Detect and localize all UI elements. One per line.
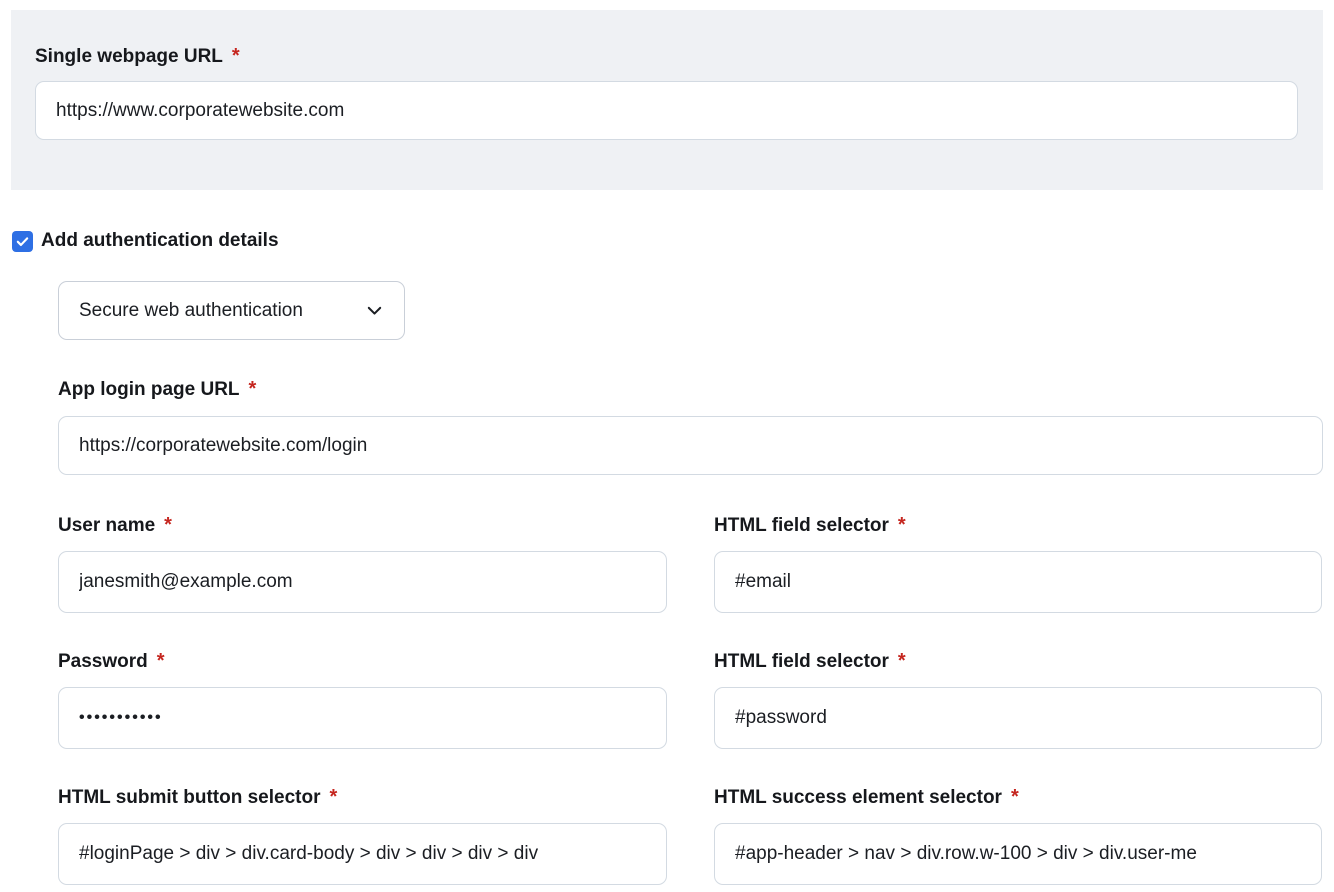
single-webpage-url-label-text: Single webpage URL	[35, 46, 223, 67]
username-cell: User name *	[58, 514, 667, 613]
required-asterisk: *	[249, 378, 257, 400]
required-asterisk: *	[1011, 786, 1019, 808]
app-login-url-block: App login page URL *	[58, 378, 1323, 475]
submit-button-selector-input[interactable]	[58, 823, 667, 885]
password-field-selector-label: HTML field selector *	[714, 650, 1322, 673]
username-label-text: User name	[58, 515, 155, 536]
password-field-selector-label-text: HTML field selector	[714, 651, 889, 672]
submit-button-selector-label-text: HTML submit button selector	[58, 787, 320, 808]
username-field-selector-input[interactable]	[714, 551, 1322, 613]
password-cell: Password *	[58, 650, 667, 749]
add-auth-details-checkbox[interactable]	[12, 231, 33, 252]
password-label-text: Password	[58, 651, 148, 672]
add-auth-details-row: Add authentication details	[12, 230, 1334, 252]
username-field-selector-label-text: HTML field selector	[714, 515, 889, 536]
auth-method-select[interactable]: Secure web authentication	[58, 281, 405, 340]
username-label: User name *	[58, 514, 667, 537]
required-asterisk: *	[232, 45, 240, 67]
required-asterisk: *	[329, 786, 337, 808]
success-element-selector-input[interactable]	[714, 823, 1322, 885]
success-element-selector-label-text: HTML success element selector	[714, 787, 1002, 808]
success-element-selector-label: HTML success element selector *	[714, 786, 1322, 809]
password-selector-cell: HTML field selector *	[714, 650, 1322, 749]
auth-fields-grid: User name * HTML field selector * Password…	[58, 514, 1323, 885]
app-login-url-input[interactable]	[58, 416, 1323, 475]
chevron-down-icon	[364, 300, 385, 321]
single-webpage-url-input[interactable]	[35, 81, 1298, 140]
auth-config-form: Single webpage URL * Add authentication d…	[0, 0, 1334, 892]
username-input[interactable]	[58, 551, 667, 613]
required-asterisk: *	[164, 514, 172, 536]
success-selector-cell: HTML success element selector *	[714, 786, 1322, 885]
username-field-selector-label: HTML field selector *	[714, 514, 1322, 537]
single-webpage-url-label: Single webpage URL *	[35, 45, 1298, 68]
required-asterisk: *	[898, 514, 906, 536]
password-input[interactable]	[58, 687, 667, 749]
add-auth-details-label[interactable]: Add authentication details	[41, 230, 279, 252]
submit-selector-cell: HTML submit button selector *	[58, 786, 667, 885]
single-webpage-url-panel: Single webpage URL *	[11, 10, 1323, 190]
submit-button-selector-label: HTML submit button selector *	[58, 786, 667, 809]
required-asterisk: *	[157, 650, 165, 672]
password-field-selector-input[interactable]	[714, 687, 1322, 749]
app-login-url-label: App login page URL *	[58, 378, 1323, 401]
password-label: Password *	[58, 650, 667, 673]
username-selector-cell: HTML field selector *	[714, 514, 1322, 613]
required-asterisk: *	[898, 650, 906, 672]
checkmark-icon	[15, 234, 30, 249]
auth-method-selected-value: Secure web authentication	[79, 300, 303, 322]
app-login-url-label-text: App login page URL	[58, 379, 240, 400]
